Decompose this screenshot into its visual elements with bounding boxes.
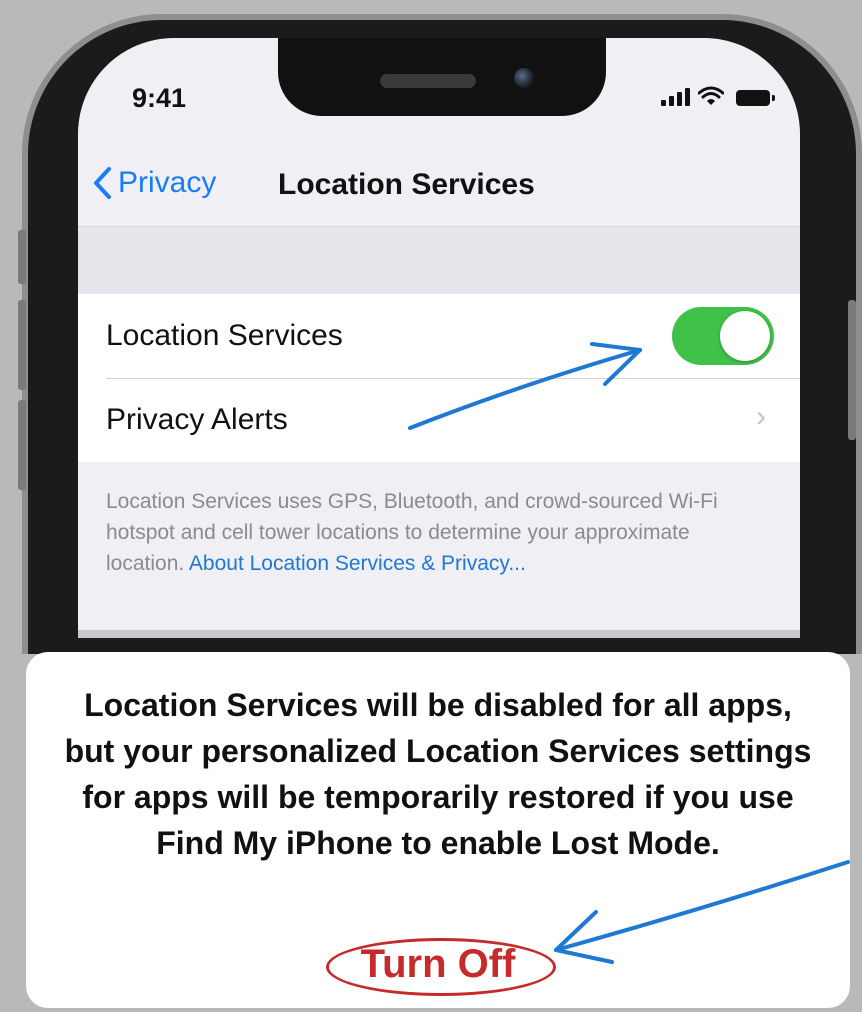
speaker-grille [380,74,476,88]
wifi-icon [698,86,724,105]
chevron-right-icon: › [756,400,766,433]
alert-message: Location Services will be disabled for a… [64,687,812,861]
phone-side-button [18,400,26,490]
status-icons [661,86,775,106]
signal-icon [661,86,690,106]
chevron-left-icon [94,167,111,199]
notch [278,38,606,116]
turn-off-button[interactable]: Turn Off [322,932,554,996]
back-button[interactable]: Privacy [92,166,216,200]
about-location-link[interactable]: About Location Services & Privacy... [189,552,526,575]
page-title: Location Services [278,168,535,201]
footnote: Location Services uses GPS, Bluetooth, a… [106,486,746,579]
alert-dialog: Location Services will be disabled for a… [26,652,850,1008]
phone-screen: 9:41 Privacy Location Services Location … [78,38,800,638]
privacy-alerts-label: Privacy Alerts [106,403,288,436]
privacy-alerts-row[interactable]: Privacy Alerts › [78,378,800,462]
front-camera [514,68,534,88]
phone-side-button [18,230,26,284]
settings-group: Location Services Privacy Alerts › [78,294,800,462]
turn-off-button-label: Turn Off [360,941,516,986]
section-separator [78,630,800,638]
location-services-row: Location Services [78,294,800,378]
navigation-bar: Privacy Location Services [78,156,800,226]
section-separator [78,226,800,295]
battery-icon [736,90,775,106]
back-button-label: Privacy [118,166,217,199]
phone-side-button [848,300,856,440]
location-services-label: Location Services [106,319,343,352]
location-services-toggle[interactable] [672,307,774,365]
phone-side-button [18,300,26,390]
toggle-knob [720,311,770,361]
status-time: 9:41 [132,83,187,113]
